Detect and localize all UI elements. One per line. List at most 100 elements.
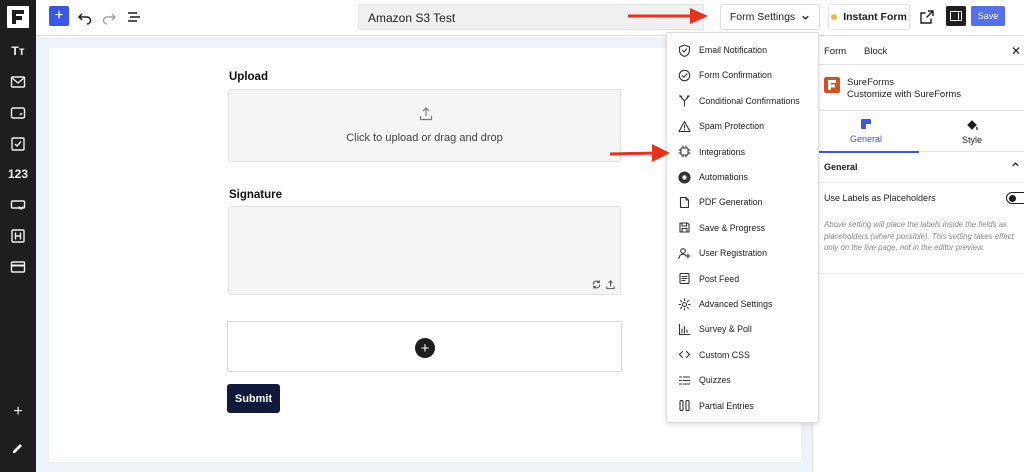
menu-item-label: Survey & Poll xyxy=(699,324,752,335)
form-settings-label: Form Settings xyxy=(729,11,796,23)
menu-item-conditional-confirmations[interactable]: Conditional Confirmations xyxy=(667,91,820,111)
menu-item-quizzes[interactable]: Quizzes xyxy=(667,370,820,390)
fork-icon xyxy=(678,94,691,107)
warning-icon xyxy=(678,120,691,133)
toggle-help-text: Above setting will place the labels insi… xyxy=(824,220,1014,253)
sidebar-tabs: Form Block ✕ xyxy=(813,37,1024,65)
subtab-style-label: Style xyxy=(961,135,982,145)
chip-icon xyxy=(678,145,691,158)
menu-item-label: Advanced Settings xyxy=(699,299,773,309)
menu-item-form-confirmation[interactable]: Form Confirmation xyxy=(667,65,820,85)
paint-bucket-icon xyxy=(967,120,978,131)
refresh-icon[interactable] xyxy=(591,279,602,290)
subtab-general[interactable]: General xyxy=(813,111,919,153)
menu-item-label: Conditional Confirmations xyxy=(699,95,800,106)
block-appender[interactable]: + xyxy=(227,321,622,372)
subtab-general-label: General xyxy=(849,134,883,144)
menu-item-post-feed[interactable]: Post Feed xyxy=(667,269,820,289)
subtab-style[interactable]: Style xyxy=(919,111,1024,153)
add-block-icon[interactable]: + xyxy=(8,402,28,422)
sureforms-brand-icon xyxy=(824,77,840,93)
menu-item-survey-poll[interactable]: Survey & Poll xyxy=(667,319,820,339)
dropdown-icon[interactable] xyxy=(8,195,28,215)
chart-icon xyxy=(678,323,691,336)
signature-pad[interactable] xyxy=(228,206,621,295)
menu-item-label: Form Confirmation xyxy=(699,70,772,81)
labels-as-placeholders-toggle[interactable] xyxy=(1006,192,1024,204)
user-plus-icon xyxy=(678,247,691,260)
annotation-arrow-integrations xyxy=(609,144,670,162)
menu-item-label: Spam Protection xyxy=(699,121,765,132)
menu-item-user-registration[interactable]: User Registration xyxy=(667,243,820,263)
number-icon[interactable]: 123 xyxy=(4,164,32,184)
menu-item-label: Custom CSS xyxy=(699,349,750,360)
menu-item-label: Partial Entries xyxy=(699,400,754,411)
brand-name: SureForms xyxy=(847,77,894,88)
list-view-icon[interactable] xyxy=(125,8,143,26)
sureforms-logo[interactable] xyxy=(7,6,29,28)
columns-icon xyxy=(678,399,691,412)
annotation-arrow-form-settings xyxy=(628,8,708,24)
shield-check-icon xyxy=(678,43,691,57)
undo-icon[interactable] xyxy=(76,8,94,26)
add-block-plus-icon[interactable]: + xyxy=(415,338,435,358)
automation-icon xyxy=(678,170,691,184)
upload-dropzone[interactable]: Click to upload or drag and drop xyxy=(228,89,621,162)
save-icon xyxy=(678,221,691,234)
heading-icon[interactable] xyxy=(8,226,28,246)
code-icon xyxy=(678,348,691,361)
menu-item-label: Email Notification xyxy=(699,45,767,55)
save-button[interactable]: Save xyxy=(971,6,1005,26)
menu-item-label: Save & Progress xyxy=(699,222,766,233)
settings-subtabs: General Style xyxy=(813,110,1024,153)
general-section-title[interactable]: General xyxy=(824,162,858,172)
menu-item-custom-css[interactable]: Custom CSS xyxy=(667,345,820,365)
chevron-down-icon xyxy=(802,15,809,20)
menu-item-integrations[interactable]: Integrations xyxy=(667,142,820,162)
document-icon xyxy=(678,196,691,209)
section-divider xyxy=(813,273,1024,274)
instant-form-label: Instant Form xyxy=(843,11,907,23)
submit-button[interactable]: Submit xyxy=(227,384,280,413)
check-circle-icon xyxy=(678,69,691,82)
menu-item-spam-protection[interactable]: Spam Protection xyxy=(667,116,820,136)
block-inserter-rail: Tт 123 + xyxy=(0,0,36,472)
upload-hint: Click to upload or drag and drop xyxy=(346,132,503,144)
close-icon[interactable]: ✕ xyxy=(1011,44,1021,58)
upload-field-label: Upload xyxy=(229,71,268,83)
menu-item-pdf-generation[interactable]: PDF Generation xyxy=(667,192,820,212)
menu-item-label: Automations xyxy=(699,172,748,182)
menu-item-label: Post Feed xyxy=(699,273,740,284)
general-icon xyxy=(861,119,871,129)
payment-icon[interactable] xyxy=(8,257,28,277)
menu-item-email-notification[interactable]: Email Notification xyxy=(667,40,820,60)
menu-item-label: Integrations xyxy=(699,146,745,157)
menu-item-advanced-settings[interactable]: Advanced Settings xyxy=(667,294,820,314)
menu-item-automations[interactable]: Automations xyxy=(667,167,820,187)
phone-icon[interactable] xyxy=(8,103,28,123)
brand-subtitle: Customize with SureForms xyxy=(847,89,962,100)
chevron-up-icon[interactable] xyxy=(1011,160,1020,172)
settings-sidebar: Form Block ✕ SureForms Customize with Su… xyxy=(812,37,1024,472)
tab-block[interactable]: Block xyxy=(864,46,887,57)
instant-form-button[interactable]: Instant Form xyxy=(828,4,910,30)
external-link-icon[interactable] xyxy=(918,8,936,26)
checkbox-icon[interactable] xyxy=(8,134,28,154)
menu-item-partial-entries[interactable]: Partial Entries xyxy=(667,396,820,416)
signature-field-label: Signature xyxy=(229,189,283,201)
menu-item-save-progress[interactable]: Save & Progress xyxy=(667,218,820,238)
tab-form[interactable]: Form xyxy=(824,46,846,57)
pencil-icon[interactable] xyxy=(8,438,28,458)
envelope-icon[interactable] xyxy=(8,72,28,92)
sidebar-icon xyxy=(950,11,962,21)
settings-panel-toggle[interactable] xyxy=(946,6,966,26)
inserter-toggle-button[interactable]: + xyxy=(49,6,69,26)
gear-icon xyxy=(678,297,691,311)
status-dot-icon xyxy=(831,14,838,20)
upload-icon[interactable] xyxy=(605,279,616,290)
redo-icon[interactable] xyxy=(100,8,118,26)
placeholder-toggle-label: Use Labels as Placeholders xyxy=(824,193,936,203)
form-settings-button[interactable]: Form Settings xyxy=(720,4,820,30)
text-icon[interactable]: Tт xyxy=(8,41,28,61)
post-icon xyxy=(678,272,691,285)
